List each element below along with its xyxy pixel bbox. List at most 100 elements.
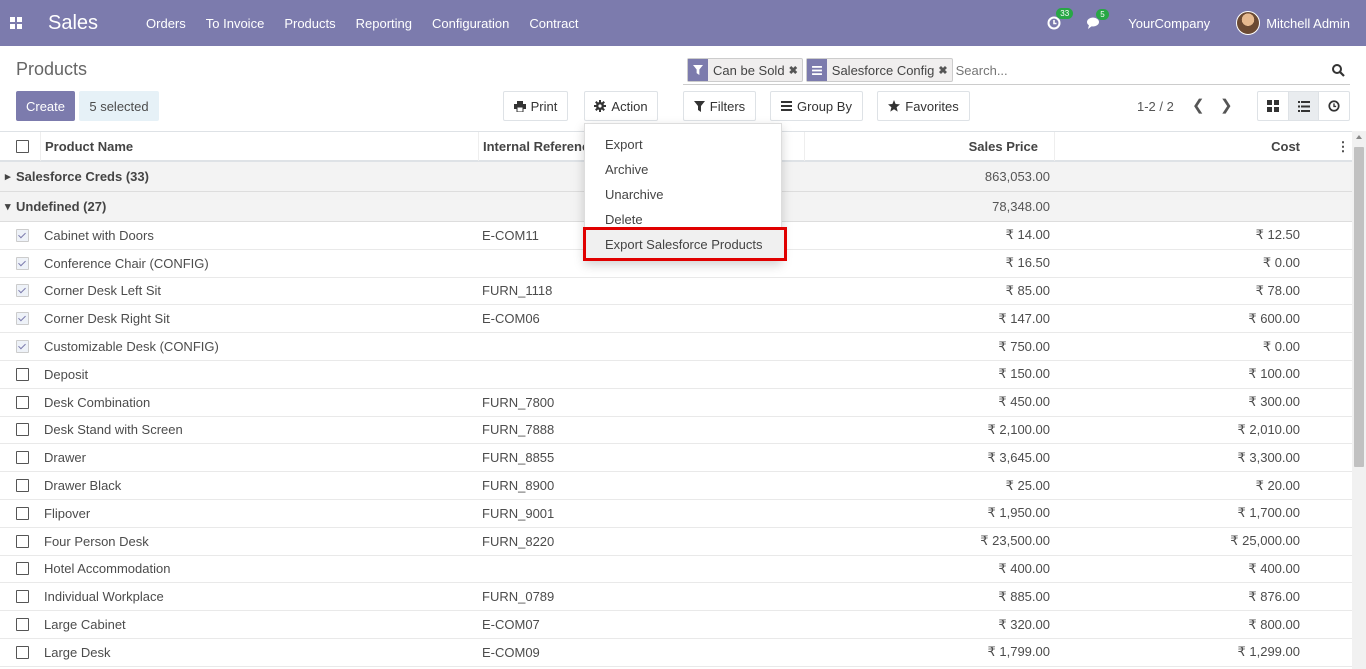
sales-price: ₹ 14.00 xyxy=(1005,227,1050,243)
menu-reporting[interactable]: Reporting xyxy=(346,16,422,31)
product-name: Drawer Black xyxy=(44,478,122,494)
row-checkbox[interactable] xyxy=(16,222,29,249)
row-checkbox[interactable] xyxy=(16,500,29,527)
row-checkbox[interactable] xyxy=(16,556,29,583)
sales-price: ₹ 2,100.00 xyxy=(987,421,1051,437)
activity-button[interactable]: 33 xyxy=(1047,8,1074,30)
select-all-checkbox[interactable] xyxy=(16,132,29,160)
header-product-name[interactable]: Product Name xyxy=(40,132,478,161)
close-icon[interactable]: ✖ xyxy=(938,64,951,77)
close-icon[interactable]: ✖ xyxy=(789,64,802,77)
list-view-icon[interactable] xyxy=(1288,92,1320,120)
cost: ₹ 300.00 xyxy=(1248,394,1300,410)
search-input[interactable] xyxy=(955,62,1328,78)
menu-orders[interactable]: Orders xyxy=(136,16,196,31)
filter-icon xyxy=(688,59,708,81)
row-checkbox[interactable] xyxy=(16,389,29,416)
internal-reference: FURN_8855 xyxy=(482,450,555,466)
scroll-thumb[interactable] xyxy=(1354,147,1364,467)
groupby-label: Group By xyxy=(797,98,852,114)
activity-view-icon[interactable] xyxy=(1319,92,1349,120)
sales-price: ₹ 1,950.00 xyxy=(987,505,1051,521)
internal-reference: FURN_9001 xyxy=(482,505,555,521)
column-options-icon[interactable]: ⋮ xyxy=(1334,132,1352,161)
cost: ₹ 800.00 xyxy=(1248,616,1300,632)
messages-button[interactable]: 5 xyxy=(1087,8,1109,30)
row-checkbox[interactable] xyxy=(16,583,29,610)
create-button[interactable]: Create xyxy=(16,91,75,121)
cost: ₹ 1,299.00 xyxy=(1237,644,1301,660)
header-sales-price[interactable]: Sales Price xyxy=(804,132,1054,161)
cost: ₹ 25,000.00 xyxy=(1230,533,1300,549)
user-menu[interactable]: Mitchell Admin xyxy=(1266,16,1350,31)
header-cost[interactable]: Cost xyxy=(1054,132,1304,161)
cost: ₹ 12.50 xyxy=(1255,227,1300,243)
cost: ₹ 400.00 xyxy=(1248,560,1300,576)
row-checkbox[interactable] xyxy=(16,250,29,277)
print-button[interactable]: Print xyxy=(503,91,568,121)
table-row[interactable]: Drawer Black FURN_8900 ₹ 25.00 ₹ 20.00 xyxy=(0,472,1352,500)
company-switcher[interactable]: YourCompany xyxy=(1128,16,1210,31)
table-row[interactable]: Deposit ₹ 150.00 ₹ 100.00 xyxy=(0,361,1352,389)
table-row[interactable]: Individual Workplace FURN_0789 ₹ 885.00 … xyxy=(0,583,1352,612)
table-row[interactable]: Corner Desk Right Sit E-COM06 ₹ 147.00 ₹… xyxy=(0,305,1352,334)
avatar[interactable] xyxy=(1236,11,1261,35)
row-checkbox[interactable] xyxy=(16,305,29,332)
product-name: Flipover xyxy=(44,505,91,521)
action-export[interactable]: Export xyxy=(585,132,781,157)
table-row[interactable]: Desk Combination FURN_7800 ₹ 450.00 ₹ 30… xyxy=(0,389,1352,417)
app-name[interactable]: Sales xyxy=(48,12,98,35)
print-icon xyxy=(513,100,526,112)
row-checkbox[interactable] xyxy=(16,472,29,499)
action-archive[interactable]: Archive xyxy=(585,157,781,182)
chevron-right-icon[interactable]: ❯ xyxy=(1220,96,1233,114)
action-export-salesforce-products[interactable]: Export Salesforce Products xyxy=(583,227,787,261)
table-row[interactable]: Desk Stand with Screen FURN_7888 ₹ 2,100… xyxy=(0,417,1352,445)
internal-reference: FURN_7800 xyxy=(482,394,555,410)
filters-button[interactable]: Filters xyxy=(683,91,756,121)
product-name: Conference Chair (CONFIG) xyxy=(44,255,209,271)
group-by-button[interactable]: Group By xyxy=(770,91,863,121)
row-checkbox[interactable] xyxy=(16,333,29,360)
action-unarchive[interactable]: Unarchive xyxy=(585,182,781,207)
product-name: Cabinet with Doors xyxy=(44,227,154,243)
product-name: Deposit xyxy=(44,366,89,382)
table-row[interactable]: Corner Desk Left Sit FURN_1118 ₹ 85.00 ₹… xyxy=(0,278,1352,306)
pager-value[interactable]: 1-2 / 2 xyxy=(1137,99,1174,114)
chevron-left-icon[interactable]: ❮ xyxy=(1192,96,1205,114)
row-checkbox[interactable] xyxy=(16,444,29,471)
table-row[interactable]: Customizable Desk (CONFIG) ₹ 750.00 ₹ 0.… xyxy=(0,333,1352,361)
menu-configuration[interactable]: Configuration xyxy=(422,16,519,31)
table-row[interactable]: Large Cabinet E-COM07 ₹ 320.00 ₹ 800.00 xyxy=(0,611,1352,639)
table-row[interactable]: Large Desk E-COM09 ₹ 1,799.00 ₹ 1,299.00 xyxy=(0,639,1352,667)
scrollbar[interactable] xyxy=(1352,131,1366,669)
menu-products[interactable]: Products xyxy=(274,16,345,31)
table-row[interactable]: Hotel Accommodation ₹ 400.00 ₹ 400.00 xyxy=(0,556,1352,584)
row-checkbox[interactable] xyxy=(16,639,29,666)
menu-contract[interactable]: Contract xyxy=(519,16,588,31)
menu-to-invoice[interactable]: To Invoice xyxy=(196,16,275,31)
row-checkbox[interactable] xyxy=(16,361,29,388)
internal-reference: FURN_1118 xyxy=(482,283,553,299)
list-icon xyxy=(806,59,827,81)
search-icon[interactable] xyxy=(1328,63,1348,77)
action-button[interactable]: Action xyxy=(584,91,658,121)
product-name: Corner Desk Left Sit xyxy=(44,283,162,299)
table-row[interactable]: Flipover FURN_9001 ₹ 1,950.00 ₹ 1,700.00 xyxy=(0,500,1352,528)
print-label: Print xyxy=(530,98,558,114)
row-checkbox[interactable] xyxy=(16,417,29,444)
favorites-button[interactable]: Favorites xyxy=(877,91,970,121)
apps-menu-icon[interactable] xyxy=(0,0,32,46)
row-checkbox[interactable] xyxy=(16,611,29,638)
cost: ₹ 3,300.00 xyxy=(1237,449,1301,465)
main-menu: Orders To Invoice Products Reporting Con… xyxy=(136,16,588,31)
sales-price: ₹ 450.00 xyxy=(998,394,1050,410)
product-name: Desk Stand with Screen xyxy=(44,422,183,438)
scroll-up-icon[interactable] xyxy=(1356,135,1362,139)
row-checkbox[interactable] xyxy=(16,528,29,555)
table-row[interactable]: Four Person Desk FURN_8220 ₹ 23,500.00 ₹… xyxy=(0,528,1352,556)
table-row[interactable]: Drawer FURN_8855 ₹ 3,645.00 ₹ 3,300.00 xyxy=(0,444,1352,473)
sales-price: ₹ 150.00 xyxy=(998,366,1050,382)
kanban-view-icon[interactable] xyxy=(1258,92,1289,120)
row-checkbox[interactable] xyxy=(16,278,29,305)
